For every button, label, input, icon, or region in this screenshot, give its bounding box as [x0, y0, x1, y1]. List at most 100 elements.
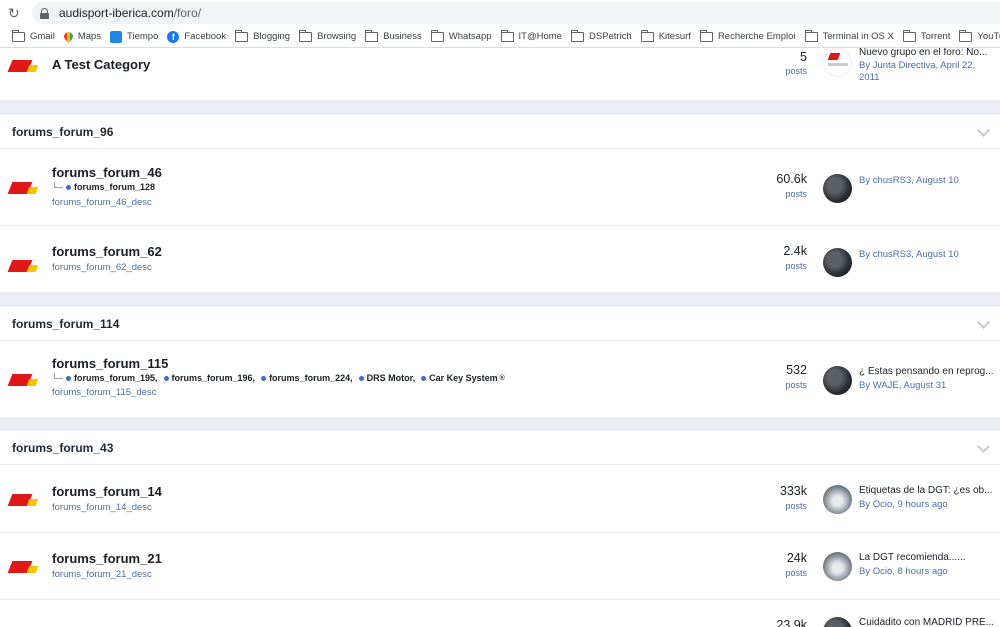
last-post-title[interactable]: ¿ Estas pensando en reprog... — [859, 366, 999, 377]
post-count: 532 — [786, 363, 807, 377]
last-post-by[interactable]: By Ocio, 9 hours ago — [859, 499, 948, 510]
bookmark-torrent[interactable]: Torrent — [902, 29, 950, 42]
subforum-link[interactable]: Car Key System ® — [421, 373, 505, 383]
subforum-link[interactable]: forums_forum_224, — [261, 373, 353, 383]
post-count: 333k — [779, 484, 807, 498]
forum-title[interactable]: forums_forum_14 — [52, 484, 162, 499]
folder-icon — [640, 29, 654, 42]
post-count-label: posts — [785, 261, 807, 271]
forum-title[interactable]: forums_forum_46 — [52, 165, 162, 180]
bookmark-business[interactable]: Business — [365, 29, 422, 42]
registered-icon: ® — [499, 374, 505, 382]
last-post-title[interactable]: Cuidadito con MADRID PRE... — [859, 617, 999, 627]
avatar[interactable] — [823, 617, 852, 627]
post-count-label: posts — [785, 66, 807, 76]
folder-icon — [902, 29, 916, 42]
unread-dot-icon — [421, 375, 427, 381]
category-title[interactable]: forums_forum_96 — [12, 125, 113, 139]
folder-icon — [959, 29, 973, 42]
bookmark-maps[interactable]: Maps — [61, 30, 101, 43]
lock-icon[interactable] — [40, 7, 49, 19]
avatar[interactable] — [823, 366, 852, 395]
audi-sport-logo — [7, 60, 39, 72]
last-post-title[interactable]: Nuevo grupo en el foro: No... — [859, 48, 999, 58]
post-count: 60.6k — [776, 172, 807, 186]
forum-description: forums_forum_46_desc — [52, 197, 152, 208]
avatar[interactable] — [823, 174, 852, 203]
subforum-link[interactable]: DRS Motor, — [358, 373, 415, 383]
post-count: 24k — [786, 551, 807, 565]
post-count-label: posts — [785, 501, 807, 511]
forum-row: 23.9k Cuidadito con MADRID PRE... — [0, 600, 1000, 627]
forum-description: forums_forum_62_desc — [52, 262, 152, 273]
forum-row: forums_forum_14 forums_forum_14_desc 333… — [0, 466, 1000, 533]
bookmark-blogging[interactable]: Blogging — [235, 29, 290, 42]
subforum-link[interactable]: forums_forum_196, — [163, 373, 255, 383]
bookmark-browsing[interactable]: Browsing — [299, 29, 356, 42]
audi-sport-logo — [7, 374, 39, 386]
forum-title[interactable]: forums_forum_115 — [52, 356, 168, 371]
reload-icon[interactable]: ↻ — [8, 6, 22, 20]
forum-description: forums_forum_14_desc — [52, 502, 152, 513]
bookmark-gmail[interactable]: Gmail — [12, 29, 55, 42]
forum-title[interactable]: A Test Category — [52, 57, 150, 72]
last-post-by[interactable]: By WAJE, August 31 — [859, 380, 946, 391]
bookmark-facebook[interactable]: f Facebook — [167, 30, 226, 43]
unread-dot-icon — [66, 184, 71, 190]
chevron-down-icon[interactable] — [977, 440, 990, 453]
last-post-by[interactable]: By Ocio, 8 hours ago — [859, 566, 948, 577]
avatar[interactable] — [823, 485, 852, 514]
last-post-by[interactable]: By Junta Directiva, April 22, 2011 — [859, 60, 984, 84]
category-card: forums_forum_114 forums_forum_115 forums… — [0, 307, 1000, 417]
category-title[interactable]: forums_forum_114 — [12, 317, 119, 331]
bookmark-terminal[interactable]: Terminal in OS X — [804, 29, 894, 42]
last-post-title[interactable]: Etiquetas de la DGT: ¿es ob... — [859, 485, 999, 496]
forum-title[interactable]: forums_forum_21 — [52, 551, 162, 566]
bookmark-whatsapp[interactable]: Whatsapp — [430, 29, 492, 42]
audi-sport-logo — [7, 561, 39, 573]
forum-row: forums_forum_115 forums_forum_195, forum… — [0, 342, 1000, 417]
chevron-down-icon[interactable] — [977, 316, 990, 329]
subforum-link[interactable]: forums_forum_128 — [66, 182, 155, 192]
last-post-by[interactable]: By chusRS3, August 10 — [859, 249, 959, 260]
avatar[interactable] — [823, 48, 852, 77]
post-count-label: posts — [785, 380, 807, 390]
category-title[interactable]: forums_forum_43 — [12, 441, 113, 455]
forum-title[interactable]: forums_forum_62 — [52, 244, 162, 259]
folder-icon — [235, 29, 249, 42]
folder-icon — [299, 29, 313, 42]
avatar[interactable] — [823, 248, 852, 277]
bookmark-youtube[interactable]: YouTube — [959, 29, 1000, 42]
category-header[interactable]: forums_forum_43 — [0, 431, 1000, 465]
bookmark-recherche-emploi[interactable]: Recherche Emploi — [699, 29, 796, 42]
post-count: 23.9k — [776, 618, 807, 627]
folder-icon — [365, 29, 379, 42]
unread-dot-icon — [66, 375, 71, 381]
unread-dot-icon — [358, 375, 364, 381]
forum-row: A Test Category 5 posts Nuevo grupo en e… — [0, 48, 1000, 100]
subforum-link[interactable]: forums_forum_195, — [66, 373, 158, 383]
unread-dot-icon — [163, 375, 169, 381]
audi-sport-logo — [7, 260, 39, 272]
category-header[interactable]: forums_forum_114 — [0, 307, 1000, 341]
url-field[interactable]: audisport-iberica.com/foro/ — [32, 2, 1000, 24]
last-post-title[interactable]: La DGT recomienda...... — [859, 552, 999, 563]
bookmark-tiempo[interactable]: Tiempo — [110, 30, 158, 43]
last-post-by[interactable]: By chusRS3, August 10 — [859, 175, 959, 186]
url-path: /foro/ — [173, 6, 202, 20]
bookmark-kitesurf[interactable]: Kitesurf — [640, 29, 691, 42]
bookmark-it-home[interactable]: IT@Home — [500, 29, 562, 42]
maps-icon — [61, 30, 75, 43]
bookmarks-bar: Gmail Maps Tiempo f Facebook Blogging Bro… — [0, 26, 1000, 48]
category-card: forums_forum_43 forums_forum_14 forums_f… — [0, 431, 1000, 627]
post-count: 5 — [800, 50, 807, 64]
folder-icon — [500, 29, 514, 42]
post-count-label: posts — [785, 568, 807, 578]
subforum-list: forums_forum_195, forums_forum_196, foru… — [54, 373, 511, 383]
avatar[interactable] — [823, 552, 852, 581]
category-header[interactable]: forums_forum_96 — [0, 115, 1000, 149]
bookmark-dspetrich[interactable]: DSPetrich — [570, 29, 632, 42]
audi-sport-logo — [7, 182, 39, 194]
subforum-connector — [54, 373, 63, 379]
chevron-down-icon[interactable] — [977, 124, 990, 137]
